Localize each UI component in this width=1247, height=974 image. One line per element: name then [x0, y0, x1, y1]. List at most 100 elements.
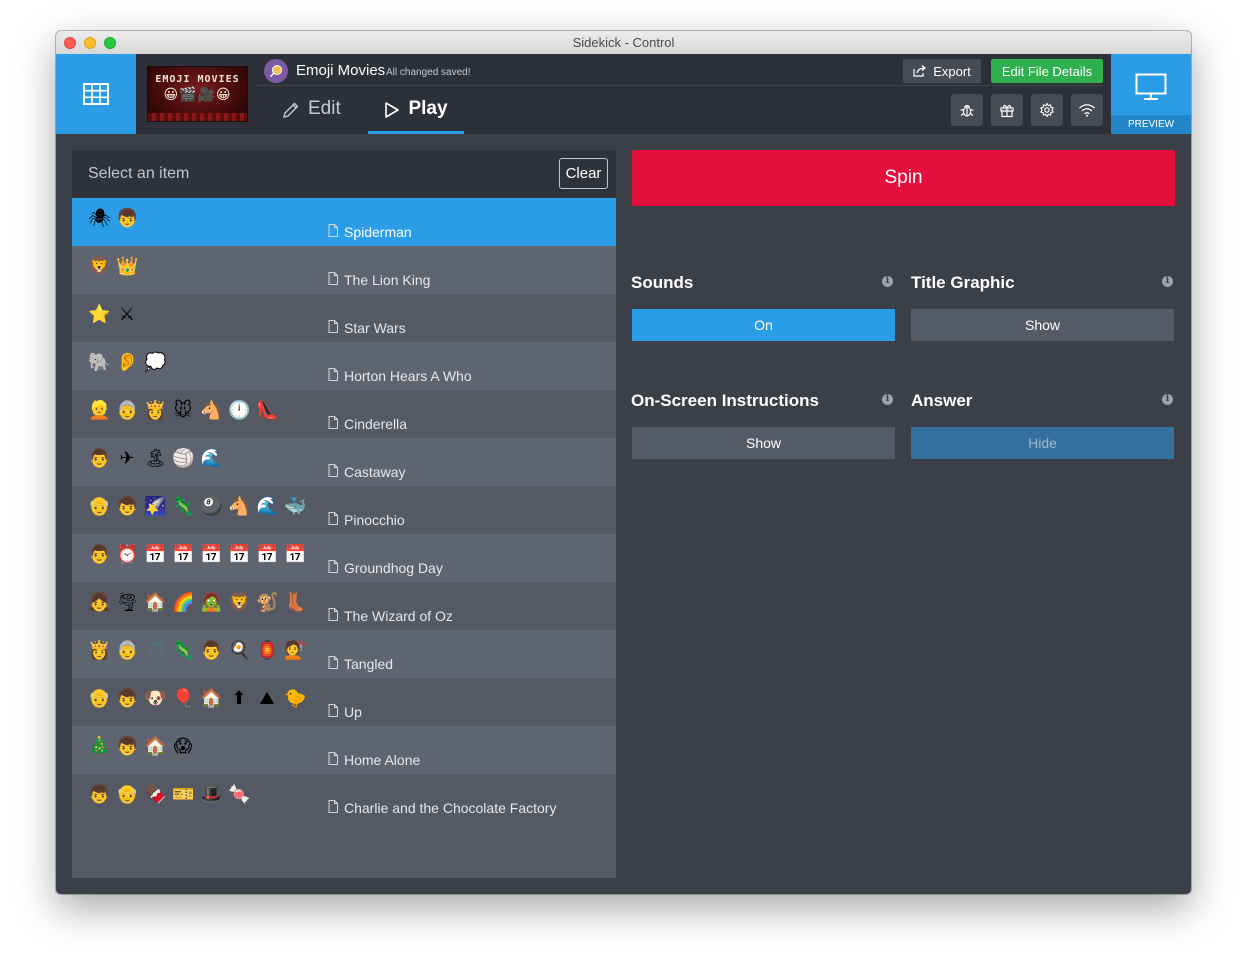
- minimize-window-button[interactable]: [84, 37, 96, 49]
- title-graphic-info-icon[interactable]: i: [1162, 276, 1173, 287]
- list-item[interactable]: 🎄 👦 🏠 😱 Home Alone: [72, 726, 616, 774]
- tab-play[interactable]: Play: [368, 98, 464, 134]
- item-title-text: Star Wars: [344, 320, 406, 336]
- emoji-glyph: 🦁: [88, 256, 111, 277]
- item-list: 🕷 👦 Spiderman 🦁 👑 The Lion King ⭐ ⚔ Star Wars 🐘 👂 💭…: [72, 198, 616, 822]
- monitor-icon: [1135, 73, 1167, 100]
- clear-button[interactable]: Clear: [559, 158, 608, 189]
- emoji-glyph: 👨: [200, 640, 223, 661]
- edit-file-details-button[interactable]: Edit File Details: [991, 59, 1103, 83]
- emoji-clue: 👴 👦 🐶 🎈 🏠 ⬆ ⛰ 🐤: [88, 688, 306, 710]
- thumbnail-emojis: 😀🎬🎥😀: [163, 86, 232, 102]
- title-graphic-toggle-button[interactable]: Show: [911, 309, 1174, 341]
- emoji-glyph: 🎄: [88, 736, 111, 757]
- sounds-toggle-button[interactable]: On: [632, 309, 895, 341]
- gift-button[interactable]: [991, 94, 1023, 126]
- remote-button[interactable]: [1071, 94, 1103, 126]
- tab-edit[interactable]: Edit: [282, 98, 341, 134]
- emoji-glyph: 👵: [116, 640, 139, 661]
- emoji-glyph: 📅: [284, 544, 307, 565]
- item-title-text: The Wizard of Oz: [344, 608, 453, 624]
- emoji-glyph: 👨: [88, 448, 111, 469]
- list-item[interactable]: 👨 ✈ 🏝 🏐 🌊 Castaway: [72, 438, 616, 486]
- emoji-glyph: 🎵: [144, 640, 167, 661]
- list-item[interactable]: ⭐ ⚔ Star Wars: [72, 294, 616, 342]
- emoji-glyph: ⛰: [259, 688, 275, 709]
- play-icon: [385, 102, 400, 118]
- lollipop-icon: [264, 59, 288, 83]
- sounds-info-icon[interactable]: i: [882, 276, 893, 287]
- file-title[interactable]: Emoji Movies: [296, 62, 385, 79]
- tab-play-label: Play: [408, 98, 448, 119]
- file-thumbnail[interactable]: EMOJI MOVIES 😀🎬🎥😀: [147, 66, 248, 122]
- list-item[interactable]: 👴 👦 🌠 🦎 🎱 🐴 🌊 🐳 Pinocchio: [72, 486, 616, 534]
- document-icon: [328, 752, 338, 768]
- sounds-label: Sounds: [631, 273, 694, 292]
- list-item[interactable]: 🕷 👦 Spiderman: [72, 198, 616, 246]
- emoji-clue: 🕷 👦: [88, 208, 138, 230]
- emoji-glyph: 🎈: [172, 688, 195, 709]
- list-item[interactable]: 👱 👵 👸 🐭 🐴 🕛 👠 Cinderella: [72, 390, 616, 438]
- item-title-text: Tangled: [344, 656, 394, 672]
- header-divider: [256, 85, 1103, 86]
- emoji-glyph: 📅: [256, 544, 279, 565]
- document-icon: [328, 560, 338, 576]
- emoji-clue: 👴 👦 🌠 🦎 🎱 🐴 🌊 🐳: [88, 496, 306, 518]
- emoji-clue: 🐘 👂 💭: [88, 352, 166, 374]
- item-title: Groundhog Day: [328, 560, 443, 576]
- instructions-toggle-button[interactable]: Show: [632, 427, 895, 459]
- emoji-glyph: 👠: [256, 400, 279, 421]
- answer-toggle-button[interactable]: Hide: [911, 427, 1174, 459]
- item-title: Horton Hears A Who: [328, 368, 472, 384]
- item-title: Home Alone: [328, 752, 420, 768]
- emoji-glyph: 🐳: [284, 496, 307, 517]
- emoji-glyph: 🌪: [116, 592, 139, 613]
- emoji-glyph: 👦: [116, 496, 139, 517]
- emoji-glyph: 🎫: [172, 784, 195, 805]
- item-title-text: Cinderella: [344, 416, 408, 432]
- emoji-glyph: 🐴: [228, 496, 251, 517]
- emoji-glyph: ⚔: [118, 304, 136, 325]
- list-item[interactable]: 👧 🌪 🏠 🌈 🧟 🦁 🐒 👢 The Wizard of Oz: [72, 582, 616, 630]
- emoji-glyph: 🧟: [200, 592, 223, 613]
- list-item[interactable]: 👨 ⏰ 📅 📅 📅 📅 📅 📅 Groundhog Day: [72, 534, 616, 582]
- list-item[interactable]: 👸 👵 🎵 🦎 👨 🍳 🏮 💇 Tangled: [72, 630, 616, 678]
- list-item[interactable]: 🐘 👂 💭 Horton Hears A Who: [72, 342, 616, 390]
- emoji-glyph: 🏝: [144, 448, 167, 469]
- emoji-glyph: 🎩: [200, 784, 223, 805]
- emoji-glyph: 👨: [88, 544, 111, 565]
- maximize-window-button[interactable]: [104, 37, 116, 49]
- item-list-panel: Select an item Clear 🕷 👦 Spiderman 🦁 👑 The Li…: [72, 150, 616, 878]
- close-window-button[interactable]: [64, 37, 76, 49]
- document-icon: [328, 320, 338, 336]
- document-icon: [328, 800, 338, 816]
- answer-info-icon[interactable]: i: [1162, 394, 1173, 405]
- answer-label: Answer: [911, 391, 973, 410]
- document-icon: [328, 272, 338, 288]
- list-item[interactable]: 🦁 👑 The Lion King: [72, 246, 616, 294]
- export-button[interactable]: Export: [903, 59, 981, 83]
- preview-button[interactable]: PREVIEW: [1111, 54, 1191, 134]
- grid-view-button[interactable]: [56, 54, 136, 134]
- window-title: Sidekick - Control: [572, 35, 675, 50]
- document-icon: [328, 704, 338, 720]
- list-item[interactable]: 👴 👦 🐶 🎈 🏠 ⬆ ⛰ 🐤 Up: [72, 678, 616, 726]
- spin-button[interactable]: Spin: [632, 150, 1175, 206]
- list-item[interactable]: 👦 👴 🍫 🎫 🎩 🍬 Charlie and the Chocolate Factory: [72, 774, 616, 822]
- emoji-glyph: ✈: [119, 448, 135, 469]
- item-title-text: Groundhog Day: [344, 560, 443, 576]
- instructions-info-icon[interactable]: i: [882, 394, 893, 405]
- item-title-text: The Lion King: [344, 272, 431, 288]
- emoji-glyph: 👧: [88, 592, 111, 613]
- settings-button[interactable]: [1031, 94, 1063, 126]
- document-icon: [328, 368, 338, 384]
- emoji-glyph: 🏠: [144, 736, 167, 757]
- emoji-glyph: 📅: [144, 544, 167, 565]
- document-icon: [328, 512, 338, 528]
- emoji-glyph: 😱: [173, 736, 193, 757]
- document-icon: [328, 608, 338, 624]
- emoji-glyph: 📅: [200, 544, 223, 565]
- emoji-clue: 👦 👴 🍫 🎫 🎩 🍬: [88, 784, 250, 806]
- debug-button[interactable]: [951, 94, 983, 126]
- emoji-glyph: 🐘: [88, 352, 111, 373]
